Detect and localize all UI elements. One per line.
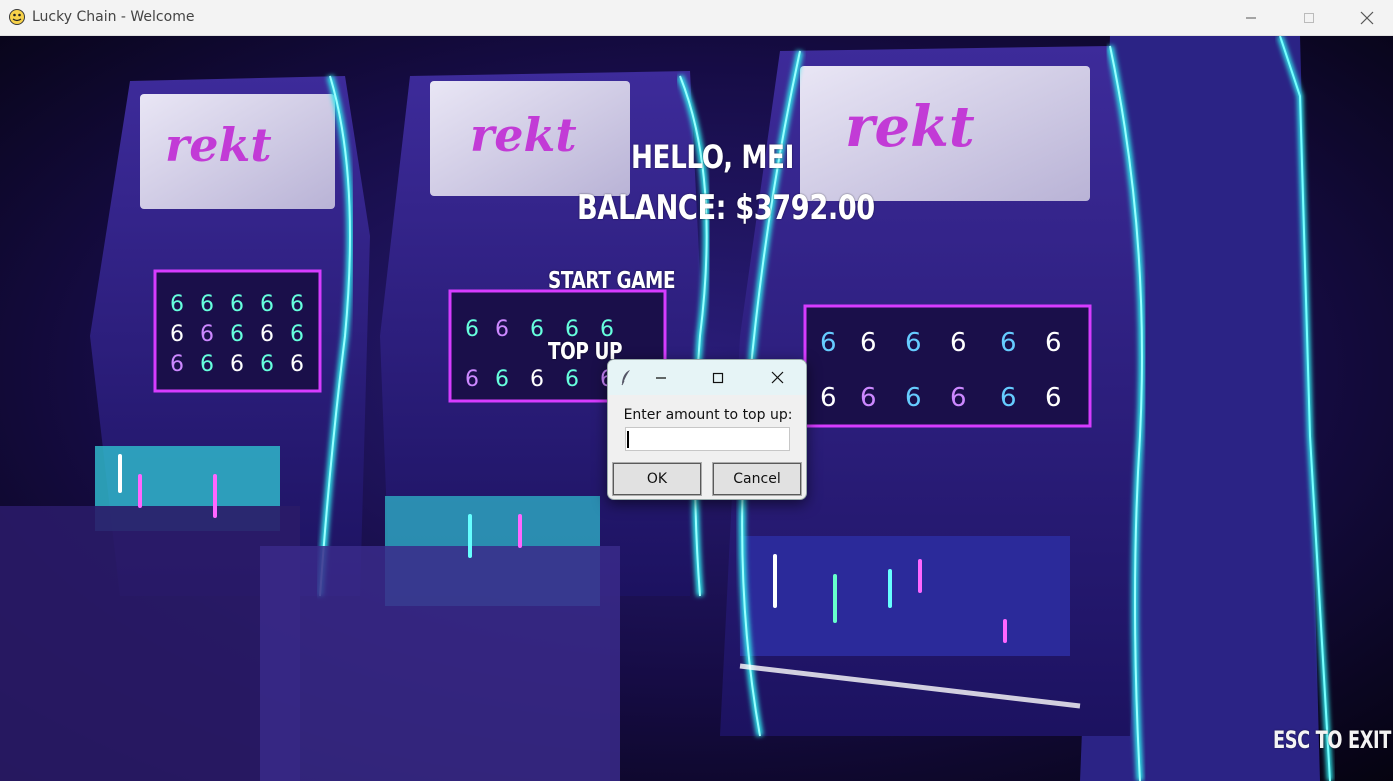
svg-text:6: 6 bbox=[260, 292, 274, 317]
svg-text:6: 6 bbox=[260, 352, 274, 377]
maximize-icon bbox=[1304, 13, 1314, 23]
svg-text:6: 6 bbox=[495, 317, 509, 342]
maximize-icon bbox=[712, 372, 724, 383]
svg-text:6: 6 bbox=[820, 328, 837, 358]
svg-text:6: 6 bbox=[950, 383, 967, 413]
svg-text:6: 6 bbox=[290, 352, 304, 377]
svg-text:rekt: rekt bbox=[845, 94, 975, 160]
svg-text:6: 6 bbox=[905, 383, 922, 413]
dialog-titlebar bbox=[608, 360, 806, 395]
maximize-button[interactable] bbox=[1280, 0, 1338, 36]
pygame-snake-icon bbox=[9, 9, 25, 25]
svg-text:6: 6 bbox=[565, 367, 579, 392]
ok-button[interactable]: OK bbox=[612, 462, 702, 496]
svg-text:rekt: rekt bbox=[165, 118, 272, 172]
top-up-dialog: Enter amount to top up: OK Cancel bbox=[607, 359, 807, 500]
svg-text:6: 6 bbox=[230, 292, 244, 317]
svg-text:6: 6 bbox=[530, 317, 544, 342]
close-button[interactable] bbox=[1338, 0, 1393, 36]
minimize-button[interactable] bbox=[1222, 0, 1280, 36]
svg-text:6: 6 bbox=[530, 367, 544, 392]
svg-text:6: 6 bbox=[1000, 328, 1017, 358]
window-title: Lucky Chain - Welcome bbox=[32, 9, 195, 25]
cancel-button[interactable]: Cancel bbox=[712, 462, 802, 496]
svg-text:6: 6 bbox=[1000, 383, 1017, 413]
svg-text:6: 6 bbox=[1045, 328, 1062, 358]
exit-hint: ESC TO EXIT bbox=[1273, 726, 1392, 754]
svg-text:6: 6 bbox=[200, 292, 214, 317]
feather-icon bbox=[621, 370, 630, 386]
dialog-prompt: Enter amount to top up: bbox=[623, 407, 793, 423]
close-icon bbox=[1360, 11, 1374, 25]
svg-text:6: 6 bbox=[170, 292, 184, 317]
svg-text:rekt: rekt bbox=[470, 108, 577, 162]
text-caret bbox=[627, 431, 629, 448]
svg-text:6: 6 bbox=[260, 322, 274, 347]
minimize-icon bbox=[656, 376, 666, 379]
svg-text:6: 6 bbox=[290, 292, 304, 317]
svg-text:6: 6 bbox=[820, 383, 837, 413]
dialog-close-button[interactable] bbox=[757, 360, 797, 395]
svg-text:6: 6 bbox=[860, 383, 877, 413]
svg-text:6: 6 bbox=[200, 352, 214, 377]
amount-input[interactable] bbox=[625, 427, 790, 451]
svg-text:6: 6 bbox=[230, 322, 244, 347]
start-game-button[interactable]: START GAME bbox=[548, 268, 676, 294]
dialog-maximize-button[interactable] bbox=[698, 360, 738, 395]
dialog-minimize-button[interactable] bbox=[641, 360, 681, 395]
minimize-icon bbox=[1246, 17, 1256, 19]
svg-text:6: 6 bbox=[170, 352, 184, 377]
svg-text:6: 6 bbox=[950, 328, 967, 358]
svg-text:6: 6 bbox=[495, 367, 509, 392]
svg-text:6: 6 bbox=[905, 328, 922, 358]
svg-text:6: 6 bbox=[290, 322, 304, 347]
close-icon bbox=[771, 371, 783, 384]
svg-text:6: 6 bbox=[170, 322, 184, 347]
svg-text:6: 6 bbox=[465, 367, 479, 392]
svg-text:6: 6 bbox=[200, 322, 214, 347]
balance-text: BALANCE: $3792.00 bbox=[577, 188, 875, 228]
svg-text:6: 6 bbox=[465, 317, 479, 342]
greeting-text: HELLO, MEI bbox=[631, 138, 794, 176]
svg-text:6: 6 bbox=[1045, 383, 1062, 413]
svg-text:6: 6 bbox=[230, 352, 244, 377]
window-titlebar: Lucky Chain - Welcome bbox=[0, 0, 1393, 36]
svg-text:6: 6 bbox=[860, 328, 877, 358]
